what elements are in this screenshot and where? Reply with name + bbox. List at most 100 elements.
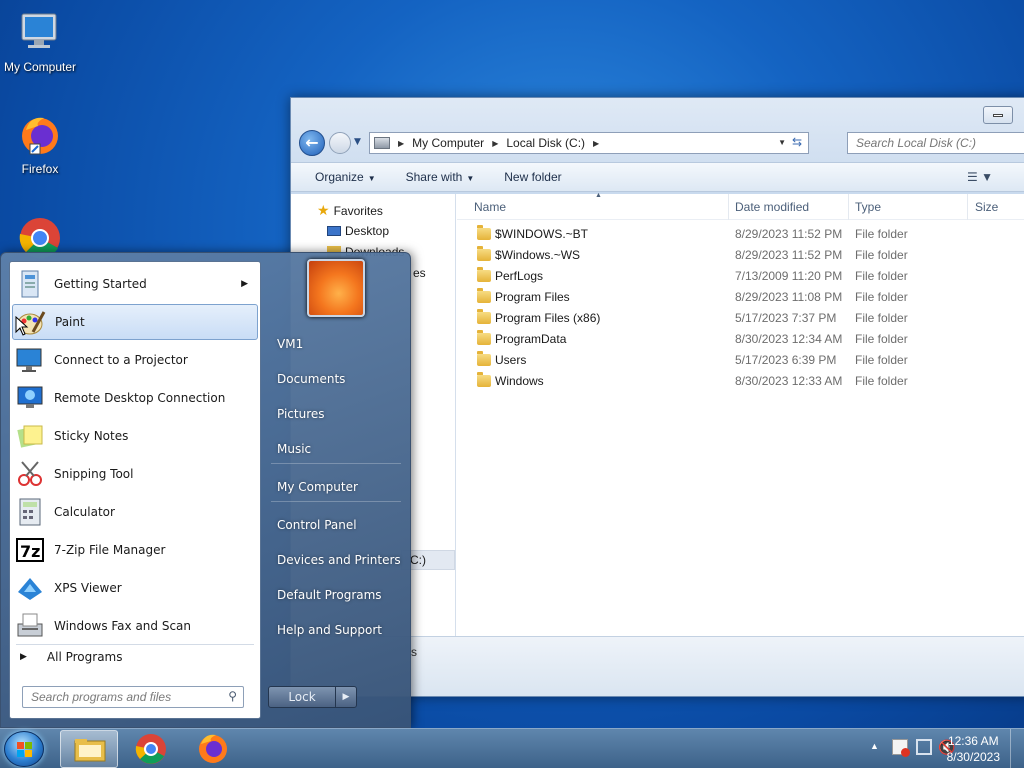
start-right-item[interactable]: VM1: [271, 330, 401, 358]
start-item-label: Paint: [55, 315, 85, 329]
taskbar-explorer-button[interactable]: [60, 730, 118, 768]
search-placeholder: Search programs and files: [31, 690, 172, 704]
column-date[interactable]: Date modified: [735, 200, 809, 214]
view-options-icon[interactable]: ☰ ▼: [967, 170, 993, 184]
file-row[interactable]: PerfLogs 7/13/2009 11:20 PM File folder: [457, 266, 1024, 287]
file-row[interactable]: ProgramData 8/30/2023 12:34 AM File folder: [457, 329, 1024, 350]
desktop-icon-firefox[interactable]: Firefox: [0, 110, 80, 176]
file-date: 8/29/2023 11:52 PM: [735, 248, 843, 262]
column-type[interactable]: Type: [855, 200, 881, 214]
start-item-7zip[interactable]: 7z 7-Zip File Manager: [12, 532, 258, 568]
explorer-icon: [74, 739, 106, 762]
show-desktop-button[interactable]: [1010, 729, 1024, 768]
lock-button[interactable]: Lock: [268, 686, 336, 708]
forward-button[interactable]: [329, 132, 351, 154]
file-date: 5/17/2023 6:39 PM: [735, 353, 837, 367]
clock[interactable]: 12:36 AM 8/30/2023: [947, 733, 1000, 765]
firefox-icon: [199, 734, 227, 763]
file-name: Windows: [495, 374, 544, 388]
chevron-right-icon[interactable]: ▶: [398, 139, 404, 148]
start-button[interactable]: [4, 731, 44, 767]
desktop-icon-label: Firefox: [21, 162, 59, 176]
show-hidden-icons-button[interactable]: ▲: [870, 741, 879, 751]
address-bar[interactable]: ▶ My Computer ▶ Local Disk (C:) ▶ ▼ ⇆: [369, 132, 809, 154]
file-name: $WINDOWS.~BT: [495, 227, 589, 241]
chevron-right-icon[interactable]: ▶: [492, 139, 498, 148]
taskbar-firefox-button[interactable]: [184, 730, 242, 768]
start-search-input[interactable]: Search programs and files ⚲: [22, 686, 244, 708]
nav-item-favorites[interactable]: ★ Favorites: [317, 202, 383, 219]
start-item-remote-desktop[interactable]: Remote Desktop Connection: [12, 380, 258, 416]
start-item-fax-scan[interactable]: Windows Fax and Scan: [12, 608, 258, 644]
start-item-paint[interactable]: Paint: [12, 304, 258, 340]
search-icon[interactable]: ⚲: [228, 689, 237, 703]
chevron-right-icon[interactable]: ▶: [593, 139, 599, 148]
start-item-snipping-tool[interactable]: Snipping Tool: [12, 456, 258, 492]
file-date: 8/29/2023 11:52 PM: [735, 227, 843, 241]
recent-pages-dropdown[interactable]: ▼: [354, 137, 361, 147]
desktop-icon: [327, 226, 341, 236]
divider: [271, 501, 401, 502]
new-folder-button[interactable]: New folder: [504, 170, 561, 184]
chevron-down-icon: ▼: [466, 174, 475, 183]
network-icon[interactable]: [916, 739, 932, 755]
file-row[interactable]: Program Files (x86) 5/17/2023 7:37 PM File…: [457, 308, 1024, 329]
file-row[interactable]: Program Files 8/29/2023 11:08 PM File fold…: [457, 287, 1024, 308]
fax-scan-icon: [14, 610, 46, 642]
snipping-tool-icon: [14, 458, 46, 490]
organize-button[interactable]: Organize ▼: [315, 170, 376, 184]
start-right-item[interactable]: Control Panel: [271, 511, 401, 539]
nav-item-desktop[interactable]: Desktop: [327, 224, 389, 238]
7zip-icon: 7z: [14, 534, 46, 566]
chevron-right-icon: ▶: [241, 279, 248, 289]
share-with-button[interactable]: Share with ▼: [406, 170, 475, 184]
file-row[interactable]: $WINDOWS.~BT 8/29/2023 11:52 PM File folde…: [457, 224, 1024, 245]
file-type: File folder: [855, 248, 908, 262]
calculator-icon: [14, 496, 46, 528]
start-right-item[interactable]: Music: [271, 435, 401, 463]
folder-icon: [477, 267, 491, 282]
start-right-item[interactable]: Documents: [271, 365, 401, 393]
file-type: File folder: [855, 269, 908, 283]
divider: [16, 644, 254, 645]
start-right-item[interactable]: Help and Support: [271, 616, 401, 644]
user-picture[interactable]: [307, 259, 365, 317]
all-programs-button[interactable]: ▶ All Programs: [20, 650, 123, 664]
taskbar-chrome-button[interactable]: [122, 730, 180, 768]
start-item-projector[interactable]: Connect to a Projector: [12, 342, 258, 378]
folder-icon: [477, 309, 491, 324]
start-item-sticky-notes[interactable]: Sticky Notes: [12, 418, 258, 454]
start-item-calculator[interactable]: Calculator: [12, 494, 258, 530]
nav-item-partial[interactable]: es: [413, 266, 426, 280]
file-date: 8/29/2023 11:08 PM: [735, 290, 843, 304]
back-button[interactable]: ←: [299, 130, 325, 156]
column-name[interactable]: Name: [474, 200, 506, 214]
refresh-icon[interactable]: ⇆: [788, 135, 806, 151]
file-type: File folder: [855, 332, 908, 346]
address-dropdown-icon[interactable]: ▼: [778, 138, 786, 147]
start-item-getting-started[interactable]: Getting Started ▶: [12, 266, 258, 302]
breadcrumb-local-disk[interactable]: Local Disk (C:): [506, 136, 585, 150]
search-input[interactable]: Search Local Disk (C:): [847, 132, 1024, 154]
taskbar: ▲ 🔇 12:36 AM 8/30/2023: [0, 728, 1024, 768]
file-list[interactable]: Name ▲ Date modified Type Size $WINDOWS.…: [457, 192, 1024, 696]
programs-pane: Getting Started ▶ Paint Connect to a Projec…: [9, 261, 261, 719]
sticky-notes-icon: [14, 420, 46, 452]
action-center-icon[interactable]: [892, 739, 910, 757]
file-row[interactable]: Windows 8/30/2023 12:33 AM File folder: [457, 371, 1024, 392]
file-name: Program Files: [495, 290, 570, 304]
power-options-button[interactable]: ▶: [335, 686, 357, 708]
file-row[interactable]: Users 5/17/2023 6:39 PM File folder: [457, 350, 1024, 371]
start-right-item[interactable]: My Computer: [271, 473, 401, 501]
desktop-icon-my-computer[interactable]: My Computer: [0, 8, 80, 74]
start-right-item[interactable]: Devices and Printers: [271, 546, 401, 574]
start-right-item[interactable]: Default Programs: [271, 581, 401, 609]
file-row[interactable]: $Windows.~WS 8/29/2023 11:52 PM File folde…: [457, 245, 1024, 266]
column-headers: Name ▲ Date modified Type Size: [457, 192, 1024, 220]
start-right-item[interactable]: Pictures: [271, 400, 401, 428]
column-size[interactable]: Size: [975, 200, 998, 214]
breadcrumb-my-computer[interactable]: My Computer: [412, 136, 484, 150]
minimize-button[interactable]: [983, 106, 1013, 124]
organize-label: Organize: [315, 170, 364, 184]
start-item-xps-viewer[interactable]: XPS Viewer: [12, 570, 258, 606]
